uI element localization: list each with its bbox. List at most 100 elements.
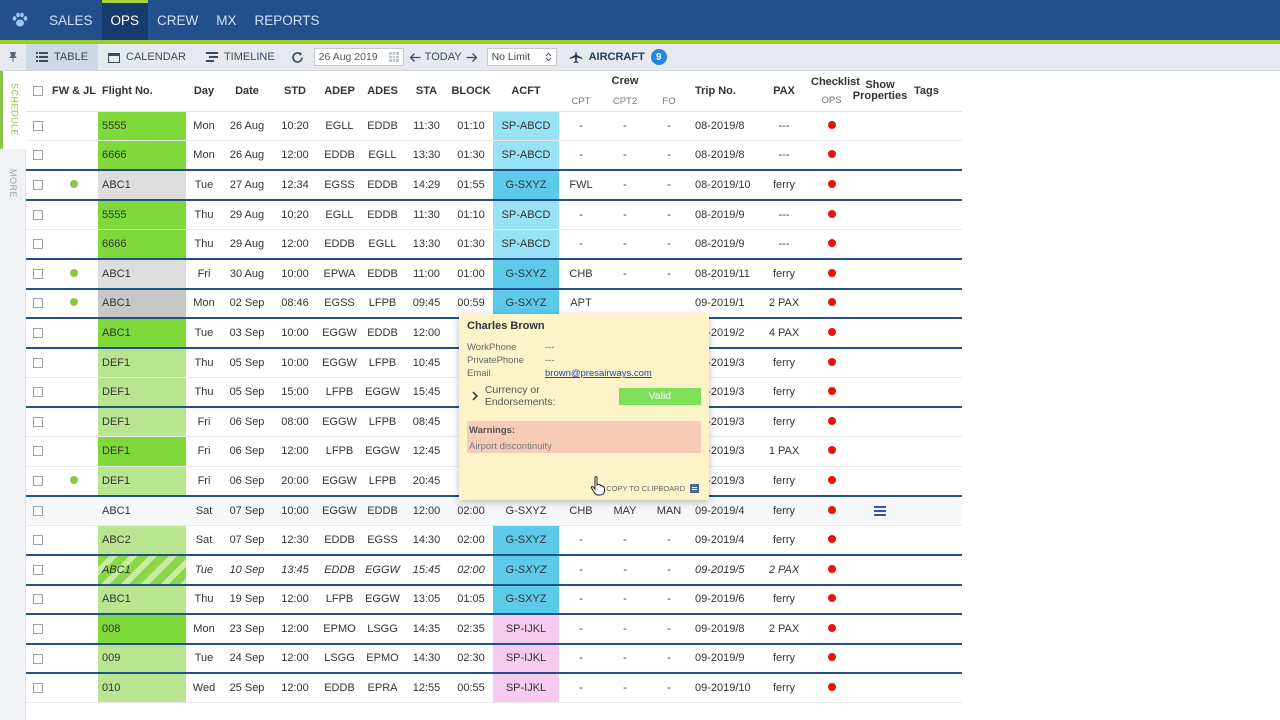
flight-no-cell[interactable]: DEF1: [98, 466, 186, 497]
row-checkbox[interactable]: [33, 683, 43, 694]
flight-no-cell[interactable]: ABC1: [98, 584, 186, 616]
flight-no-cell[interactable]: DEF1: [98, 377, 186, 408]
header-ades[interactable]: ADES: [361, 71, 404, 112]
view-table-button[interactable]: TABLE: [26, 43, 99, 71]
checklist-status-dot[interactable]: [827, 386, 836, 395]
limit-select[interactable]: No Limit: [486, 48, 557, 66]
header-pax[interactable]: PAX: [757, 71, 811, 112]
aircraft-cell[interactable]: G-SXYZ: [493, 170, 559, 201]
flight-no-cell[interactable]: ABC1: [98, 495, 186, 526]
row-checkbox[interactable]: [33, 357, 43, 368]
aircraft-cell[interactable]: G-SXYZ: [493, 525, 559, 556]
flight-no-cell[interactable]: ABC1: [98, 318, 186, 349]
checklist-status-dot[interactable]: [827, 179, 836, 188]
checklist-status-dot[interactable]: [827, 683, 836, 692]
header-block[interactable]: BLOCK: [449, 71, 493, 112]
chevron-right-icon[interactable]: [471, 391, 479, 401]
table-row[interactable]: 5555 Mon 26 Aug 10:20 EGLL EDDB 11:30 01:10 SP-A…: [26, 111, 962, 142]
aircraft-cell[interactable]: SP-IJKL: [493, 643, 559, 675]
header-cpt[interactable]: CPT: [559, 71, 603, 112]
row-checkbox[interactable]: [33, 209, 43, 220]
checklist-status-dot[interactable]: [827, 594, 836, 603]
side-tab-more[interactable]: MORE: [0, 156, 26, 210]
flight-no-cell[interactable]: 6666: [98, 140, 186, 172]
header-fwjl[interactable]: FW & JL: [50, 71, 98, 112]
table-row[interactable]: ABC1 Fri 30 Aug 10:00 EPWA EDDB 11:00 01:00 G-SX…: [26, 258, 962, 290]
header-checklist[interactable]: Checklist OPS: [811, 71, 860, 112]
checklist-status-dot[interactable]: [827, 564, 836, 573]
row-checkbox[interactable]: [33, 386, 43, 397]
row-checkbox[interactable]: [33, 150, 43, 161]
checklist-status-dot[interactable]: [827, 475, 836, 484]
checklist-status-dot[interactable]: [827, 298, 836, 307]
flight-no-cell[interactable]: 010: [98, 673, 186, 704]
header-fo[interactable]: FO: [647, 71, 691, 112]
pin-button[interactable]: [0, 44, 26, 71]
row-checkbox[interactable]: [33, 505, 43, 516]
checklist-status-dot[interactable]: [827, 505, 836, 514]
row-checkbox[interactable]: [33, 475, 43, 486]
header-day[interactable]: Day: [186, 71, 222, 112]
row-checkbox[interactable]: [33, 623, 43, 634]
flight-no-cell[interactable]: ABC1: [98, 258, 186, 290]
table-row[interactable]: 6666 Thu 29 Aug 12:00 EDDB EGLL 13:30 01:30 SP-A…: [26, 229, 962, 260]
today-button[interactable]: TODAY: [404, 44, 483, 71]
flight-no-cell[interactable]: DEF1: [98, 406, 186, 438]
aircraft-cell[interactable]: SP-IJKL: [493, 614, 559, 645]
flight-no-cell[interactable]: 5555: [98, 111, 186, 142]
table-row[interactable]: 010 Wed 25 Sep 12:00 EDDB EPRA 12:55 00:55 SP-IJ…: [26, 673, 962, 704]
properties-menu-icon[interactable]: [874, 505, 886, 516]
view-timeline-button[interactable]: TIMELINE: [196, 44, 285, 71]
copy-to-clipboard-button[interactable]: COPY TO CLIPBOARD: [606, 484, 699, 493]
checklist-status-dot[interactable]: [827, 209, 836, 218]
checklist-status-dot[interactable]: [827, 623, 836, 632]
row-checkbox[interactable]: [33, 328, 43, 339]
checklist-status-dot[interactable]: [827, 534, 836, 543]
checklist-status-dot[interactable]: [827, 327, 836, 336]
flight-no-cell[interactable]: ABC1: [98, 170, 186, 201]
nav-tab-ops[interactable]: OPS: [101, 0, 149, 40]
row-checkbox[interactable]: [33, 446, 43, 457]
header-std[interactable]: STD: [272, 71, 318, 112]
row-checkbox[interactable]: [33, 120, 43, 131]
checklist-status-dot[interactable]: [827, 653, 836, 662]
row-checkbox[interactable]: [33, 594, 43, 605]
table-row[interactable]: ABC2 Sat 07 Sep 12:30 EDDB EGSS 14:30 02:00 G-SX…: [26, 525, 962, 556]
flight-no-cell[interactable]: 008: [98, 614, 186, 645]
checklist-status-dot[interactable]: [827, 268, 836, 277]
aircraft-cell[interactable]: G-SXYZ: [493, 584, 559, 616]
table-row[interactable]: ABC1 Thu 19 Sep 12:00 LFPB EGGW 13:05 01:05 G-SX…: [26, 584, 962, 616]
header-adep[interactable]: ADEP: [318, 71, 361, 112]
header-date[interactable]: Date: [222, 71, 272, 112]
currency-row[interactable]: Currency or Endorsements: Valid: [467, 384, 701, 408]
paw-logo-icon[interactable]: [0, 0, 40, 40]
aircraft-cell[interactable]: G-SXYZ: [493, 495, 559, 526]
nav-tab-mx[interactable]: MX: [207, 0, 245, 40]
flight-no-cell[interactable]: 6666: [98, 229, 186, 260]
header-tags[interactable]: Tags: [908, 71, 962, 112]
aircraft-filter[interactable]: AIRCRAFT 9: [569, 49, 667, 65]
select-all-checkbox[interactable]: [33, 85, 43, 96]
nav-tab-crew[interactable]: CREW: [148, 0, 207, 40]
nav-tab-reports[interactable]: REPORTS: [246, 0, 329, 40]
header-trip-no[interactable]: Trip No.: [691, 71, 757, 112]
table-row[interactable]: 008 Mon 23 Sep 12:00 EPMO LSGG 14:35 02:35 SP-IJ…: [26, 614, 962, 645]
checklist-status-dot[interactable]: [827, 150, 836, 159]
header-sta[interactable]: STA: [404, 71, 449, 112]
aircraft-cell[interactable]: SP-ABCD: [493, 111, 559, 142]
table-row[interactable]: ABC1 Tue 27 Aug 12:34 EGSS EDDB 14:29 01:55 G-SX…: [26, 170, 962, 201]
table-row[interactable]: ABC1 Tue 10 Sep 13:45 EDDB EGGW 15:45 02:00 G-SX…: [26, 554, 962, 586]
row-checkbox[interactable]: [33, 239, 43, 250]
flight-no-cell[interactable]: ABC2: [98, 525, 186, 556]
aircraft-cell[interactable]: SP-IJKL: [493, 673, 559, 704]
table-row[interactable]: 5555 Thu 29 Aug 10:20 EGLL EDDB 11:30 01:10 SP-A…: [26, 199, 962, 230]
table-row[interactable]: 6666 Mon 26 Aug 12:00 EDDB EGLL 13:30 01:30 SP-A…: [26, 140, 962, 172]
flight-no-cell[interactable]: ABC1: [98, 288, 186, 320]
aircraft-cell[interactable]: SP-ABCD: [493, 199, 559, 230]
aircraft-cell[interactable]: SP-ABCD: [493, 229, 559, 260]
row-checkbox[interactable]: [33, 564, 43, 575]
flight-no-cell[interactable]: 5555: [98, 199, 186, 230]
refresh-button[interactable]: [285, 44, 310, 71]
header-acft[interactable]: ACFT: [493, 71, 559, 112]
header-flight-no[interactable]: Flight No.: [98, 71, 186, 112]
